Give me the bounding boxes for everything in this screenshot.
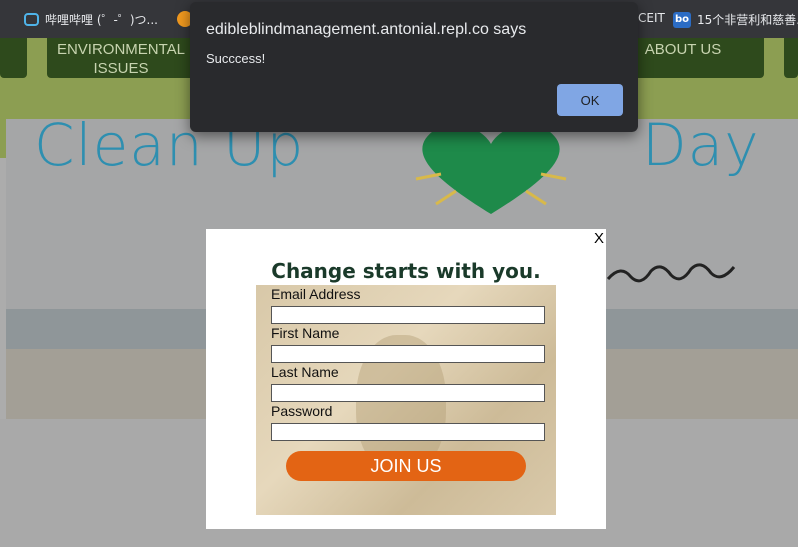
email-field[interactable] bbox=[271, 306, 545, 324]
modal-heading: Change starts with you. bbox=[271, 259, 541, 283]
bookmark-nonprofit[interactable]: bo 15个非营利和慈善... bbox=[673, 11, 798, 28]
bookmark-label: CEIT bbox=[638, 11, 665, 25]
nav-item-label: ENVIRONMENTAL ISSUES bbox=[56, 41, 186, 77]
bookmark-ceit[interactable]: CEIT bbox=[638, 11, 665, 25]
last-name-label: Last Name bbox=[271, 364, 339, 380]
bo-icon: bo bbox=[673, 11, 691, 28]
password-label: Password bbox=[271, 403, 333, 419]
bookmark-label: 哔哩哔哩 (゜-゜)つ... bbox=[45, 13, 158, 27]
password-field[interactable] bbox=[271, 423, 545, 441]
alert-message: Succcess! bbox=[206, 51, 266, 66]
last-name-field[interactable] bbox=[271, 384, 545, 402]
hero-title-right: Day bbox=[642, 119, 760, 179]
join-us-button[interactable]: JOIN US bbox=[286, 451, 526, 481]
nav-item-partial-left[interactable] bbox=[0, 38, 27, 78]
email-label: Email Address bbox=[271, 286, 361, 302]
nav-item-environmental-issues[interactable]: ENVIRONMENTAL ISSUES bbox=[47, 38, 195, 78]
bookmark-bilibili[interactable]: 哔哩哔哩 (゜-゜)つ... bbox=[24, 11, 158, 28]
signup-form: Email Address First Name Last Name Passw… bbox=[256, 285, 556, 515]
first-name-field[interactable] bbox=[271, 345, 545, 363]
alert-dialog: edibleblindmanagement.antonial.repl.co s… bbox=[190, 2, 638, 132]
nav-item-label: ABOUT US bbox=[644, 41, 722, 58]
bilibili-icon bbox=[24, 13, 39, 26]
bookmark-label: 15个非营利和慈善... bbox=[697, 13, 798, 27]
alert-title: edibleblindmanagement.antonial.repl.co s… bbox=[206, 21, 527, 38]
alert-ok-button[interactable]: OK bbox=[557, 84, 623, 116]
heart-logo-icon bbox=[415, 123, 567, 214]
nav-item-partial-right[interactable] bbox=[784, 38, 798, 78]
signup-modal: X Change starts with you. Email Address … bbox=[206, 229, 606, 529]
squiggle-decoration-icon bbox=[606, 263, 736, 283]
modal-close-button[interactable]: X bbox=[594, 230, 604, 247]
first-name-label: First Name bbox=[271, 325, 340, 341]
